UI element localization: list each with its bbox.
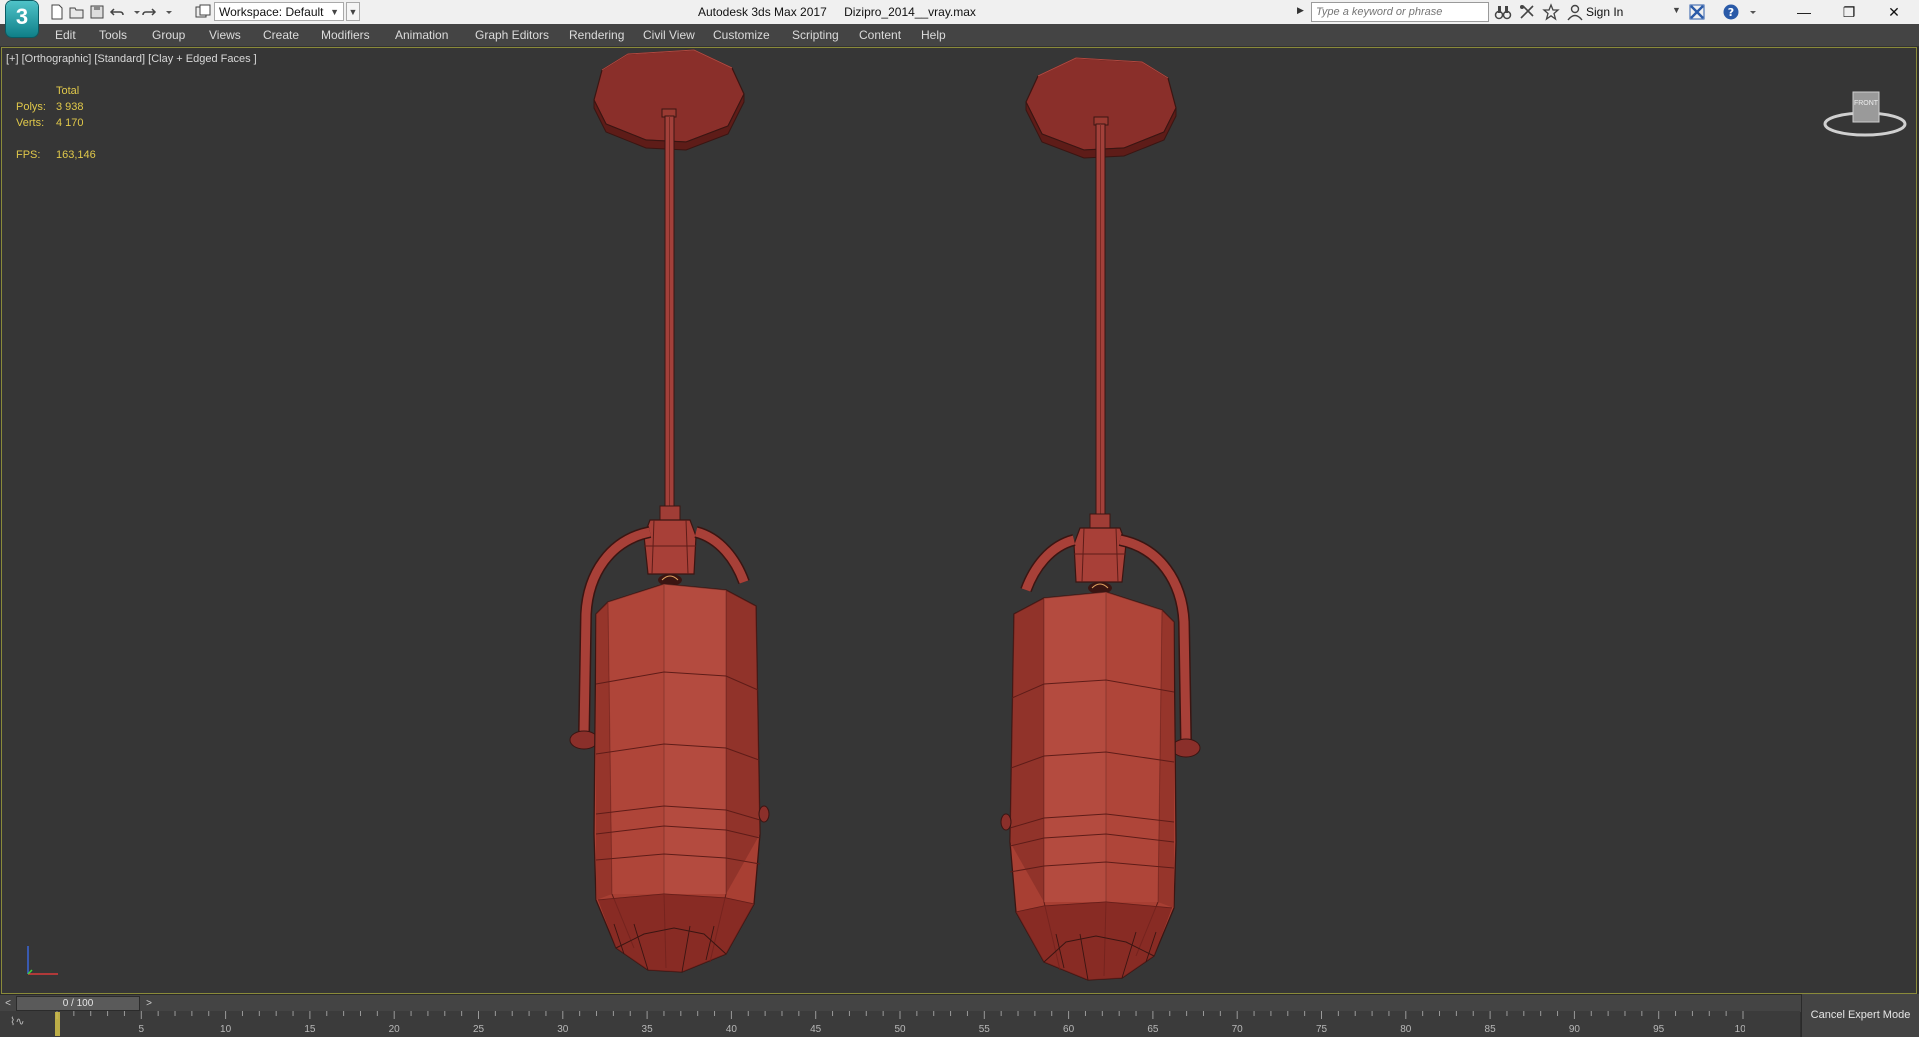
quick-access-menu-button[interactable]: ▼ (346, 2, 360, 21)
frame-ruler[interactable]: 5 10 15 20 25 30 35 40 45 50 55 60 65 70 75 80 85 90 95 100 (55, 1011, 1745, 1037)
ruler-tick-label: 80 (1400, 1024, 1412, 1035)
next-frame-button[interactable]: > (142, 996, 156, 1011)
restore-button[interactable]: ❐ (1827, 0, 1871, 24)
curve-editor-icon[interactable]: ⌇∿ (10, 1015, 25, 1028)
ruler-tick-label: 95 (1653, 1024, 1665, 1035)
ruler-tick-label: 20 (389, 1024, 401, 1035)
previous-frame-button[interactable]: < (2, 996, 14, 1011)
menu-scripting[interactable]: Scripting (790, 24, 841, 46)
ruler-tick-label: 25 (473, 1024, 485, 1035)
menu-help[interactable]: Help (919, 24, 948, 46)
current-frame-marker[interactable] (55, 1012, 60, 1036)
communication-center-icon[interactable] (1518, 3, 1536, 21)
undo-icon[interactable] (108, 3, 126, 21)
close-button[interactable]: ✕ (1872, 0, 1916, 24)
workspace-label: Workspace: Default (219, 5, 324, 19)
ruler-tick-label: 75 (1316, 1024, 1328, 1035)
user-icon[interactable] (1566, 3, 1584, 21)
scene-render (2, 48, 1917, 994)
help-icon[interactable]: ? (1722, 3, 1740, 21)
redo-dropdown-icon[interactable] (160, 3, 172, 21)
viewcube-face-label: FRONT (1854, 100, 1879, 107)
menu-modifiers[interactable]: Modifiers (319, 24, 372, 46)
viewport-orthographic[interactable]: [+] [Orthographic] [Standard] [Clay + Ed… (1, 47, 1917, 994)
ruler-tick-label: 85 (1485, 1024, 1497, 1035)
time-slider-bar: < 0 / 100 > (0, 994, 1919, 1012)
sign-in-link[interactable]: Sign In (1586, 0, 1623, 24)
polys-value: 3 938 (56, 101, 84, 113)
menu-create[interactable]: Create (261, 24, 301, 46)
axis-tripod (27, 946, 58, 975)
ruler-tick-label: 90 (1569, 1024, 1581, 1035)
search-input[interactable] (1311, 2, 1489, 22)
ruler-tick-label: 5 (139, 1024, 145, 1035)
app-logo[interactable]: 3 (6, 1, 38, 37)
file-name: Dizipro_2014__vray.max (844, 5, 976, 19)
ruler-tick-label: 65 (1147, 1024, 1159, 1035)
verts-label: Verts: (16, 117, 45, 129)
menu-graph-editors[interactable]: Graph Editors (473, 24, 551, 46)
viewcube[interactable]: FRONT (1820, 78, 1910, 148)
app-name: Autodesk 3ds Max 2017 (698, 5, 827, 19)
ruler-tick-label: 45 (810, 1024, 822, 1035)
cancel-expert-mode-button[interactable]: Cancel Expert Mode (1801, 994, 1919, 1037)
track-bar[interactable]: ⌇∿ 5 10 15 20 25 30 35 40 45 50 55 60 65 70 75 80 85 90 95… (0, 1011, 1800, 1037)
window-title: Autodesk 3ds Max 2017 Dizipro_2014__vray… (698, 0, 990, 24)
stats-header: Total (56, 85, 80, 97)
ruler-tick-label: 15 (304, 1024, 316, 1035)
svg-text:?: ? (1728, 6, 1734, 19)
ruler-tick-label: 50 (894, 1024, 906, 1035)
workspace-select[interactable]: Workspace: Default ▼ (214, 2, 344, 21)
verts-value: 4 170 (56, 117, 84, 129)
favorites-star-icon[interactable] (1542, 3, 1560, 21)
ruler-tick-label: 100 (1735, 1024, 1745, 1035)
ruler-tick-label: 70 (1232, 1024, 1244, 1035)
minimize-button[interactable]: — (1782, 0, 1826, 24)
fps-value: 163,146 (56, 149, 96, 161)
menu-bar: Edit Tools Group Views Create Modifiers … (0, 24, 1919, 47)
viewport-label[interactable]: [+] [Orthographic] [Standard] [Clay + Ed… (6, 53, 257, 65)
menu-animation[interactable]: Animation (393, 24, 450, 46)
ruler-tick-label: 55 (979, 1024, 991, 1035)
ruler-tick-label: 10 (220, 1024, 232, 1035)
binoculars-icon[interactable] (1494, 3, 1512, 21)
menu-edit[interactable]: Edit (53, 24, 78, 46)
help-dropdown-icon[interactable] (1744, 3, 1756, 21)
ruler-tick-label: 40 (726, 1024, 738, 1035)
menu-tools[interactable]: Tools (97, 24, 129, 46)
project-folder-icon[interactable] (194, 3, 212, 21)
menu-content[interactable]: Content (857, 24, 903, 46)
save-icon[interactable] (88, 3, 106, 21)
title-bar: 3 Workspace: Default ▼ ▼ Autodesk 3ds Ma… (0, 0, 1919, 37)
fps-label: FPS: (16, 149, 41, 161)
ruler-tick-label: 30 (557, 1024, 569, 1035)
menu-rendering[interactable]: Rendering (567, 24, 626, 46)
redo-icon[interactable] (140, 3, 158, 21)
chevron-down-icon: ▼ (330, 7, 339, 17)
menu-views[interactable]: Views (207, 24, 243, 46)
ruler-tick-label: 35 (642, 1024, 654, 1035)
menu-civil-view[interactable]: Civil View (641, 24, 697, 46)
undo-dropdown-icon[interactable] (128, 3, 140, 21)
open-file-icon[interactable] (68, 3, 86, 21)
new-file-icon[interactable] (48, 3, 66, 21)
search-expand-icon[interactable]: ▶ (1297, 5, 1304, 16)
menu-group[interactable]: Group (150, 24, 187, 46)
menu-customize[interactable]: Customize (711, 24, 772, 46)
exchange-apps-icon[interactable] (1688, 3, 1706, 21)
ruler-tick-label: 60 (1063, 1024, 1075, 1035)
time-slider[interactable]: 0 / 100 (16, 996, 140, 1011)
polys-label: Polys: (16, 101, 46, 113)
sign-in-dropdown-icon[interactable]: ▼ (1672, 5, 1681, 15)
